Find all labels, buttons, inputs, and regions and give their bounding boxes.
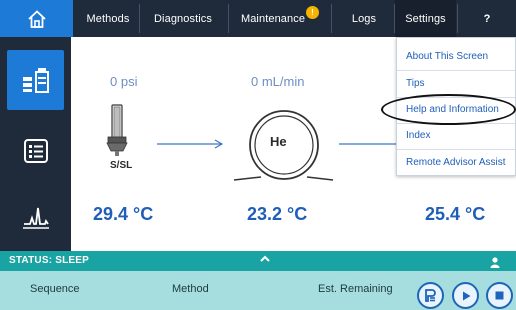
menu-item-tips[interactable]: Tips <box>406 78 425 89</box>
instrument-icon <box>22 68 49 93</box>
flow-arrow-icon <box>157 139 224 149</box>
prep-run-button[interactable] <box>417 282 444 309</box>
carrier-gas-label: He <box>270 134 287 149</box>
home-button[interactable] <box>0 0 73 37</box>
chevron-up-icon <box>260 255 270 262</box>
chromatogram-icon <box>22 207 49 229</box>
expand-status-button[interactable] <box>259 254 271 267</box>
start-button[interactable] <box>452 282 479 309</box>
status-label: STATUS: SLEEP <box>9 255 90 266</box>
menu-item-about-this-screen[interactable]: About This Screen <box>406 51 488 62</box>
nav-methods[interactable]: Methods <box>80 0 136 37</box>
method-list-button[interactable] <box>7 121 64 181</box>
detector-temperature[interactable]: 25.4 °C <box>425 204 485 225</box>
status-bar: STATUS: SLEEP <box>0 251 516 271</box>
inlet-temperature[interactable]: 29.4 °C <box>93 204 153 225</box>
nav-settings[interactable]: Settings <box>395 0 456 37</box>
nav-logs[interactable]: Logs <box>336 0 392 37</box>
list-icon <box>23 139 48 163</box>
menu-item-index[interactable]: Index <box>406 130 430 141</box>
inlet-icon <box>106 104 128 156</box>
play-icon <box>462 291 470 300</box>
method-label: Method <box>172 283 209 295</box>
menu-item-remote-advisor-assist[interactable]: Remote Advisor Assist <box>406 157 505 168</box>
home-icon <box>27 9 46 28</box>
stop-button[interactable] <box>486 282 513 309</box>
highlight-oval <box>381 94 516 125</box>
nav-maintenance[interactable]: Maintenance <box>232 0 314 37</box>
nav-diagnostics[interactable]: Diagnostics <box>142 0 224 37</box>
user-icon <box>490 257 500 268</box>
stop-icon <box>495 291 504 300</box>
instrument-view-button[interactable] <box>7 50 64 110</box>
top-navigation-bar: Methods Diagnostics Maintenance ! Logs S… <box>0 0 516 37</box>
run-control-panel: Sequence Method Est. Remaining <box>0 271 516 310</box>
oven-temperature[interactable]: 23.2 °C <box>247 204 307 225</box>
left-rail <box>0 37 71 251</box>
inlet-label: S/SL <box>110 160 133 171</box>
prep-run-icon <box>425 289 436 302</box>
maintenance-alert-badge: ! <box>306 6 319 19</box>
sequence-label: Sequence <box>30 283 80 295</box>
column-flow: 0 mL/min <box>251 74 305 89</box>
nav-help[interactable]: ? <box>458 0 516 37</box>
chromatogram-button[interactable] <box>7 187 64 247</box>
est-remaining-label: Est. Remaining <box>318 283 393 295</box>
inlet-pressure: 0 psi <box>110 74 138 89</box>
